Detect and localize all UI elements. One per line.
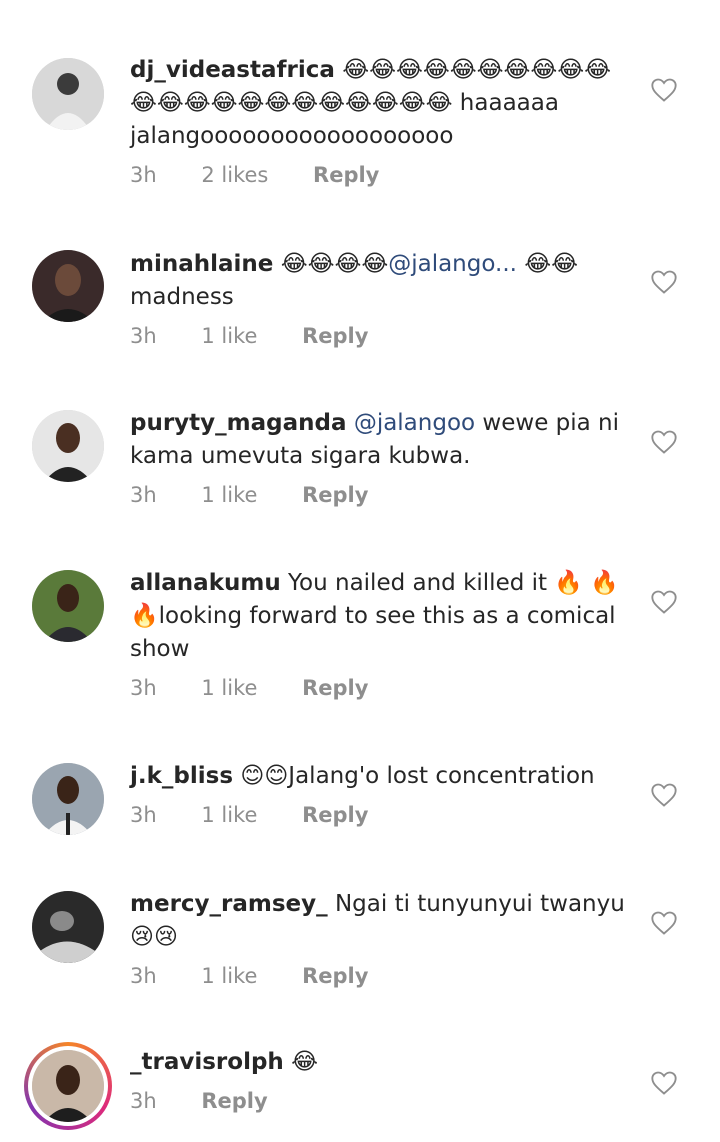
comment-body: allanakumu You nailed and killed it 🔥 🔥 … xyxy=(130,567,630,700)
comment-text: 😂😂😂😂 xyxy=(280,251,389,277)
reply-button[interactable]: Reply xyxy=(302,964,368,988)
comment-body: minahlaine 😂😂😂😂@jalango... 😂😂 madness 3h… xyxy=(130,248,630,348)
avatar-image xyxy=(32,58,104,130)
avatar[interactable] xyxy=(32,891,104,963)
comment-time: 3h xyxy=(130,324,157,348)
avatar[interactable] xyxy=(32,410,104,482)
comment-text-block: minahlaine 😂😂😂😂@jalango... 😂😂 madness xyxy=(130,248,630,314)
comment-text-block: puryty_maganda @jalangoo wewe pia ni kam… xyxy=(130,407,630,473)
comment-body: puryty_maganda @jalangoo wewe pia ni kam… xyxy=(130,407,630,507)
avatar[interactable] xyxy=(32,570,104,642)
comment-likes[interactable]: 2 likes xyxy=(201,163,268,187)
comment-meta: 3h 1 like Reply xyxy=(130,324,630,348)
heart-outline-icon[interactable] xyxy=(650,588,678,616)
comment-body: dj_videastafrica 😂😂😂😂😂😂😂😂😂😂😂😂😂😂😂😂😂😂😂😂😂😂 … xyxy=(130,54,630,187)
reply-button[interactable]: Reply xyxy=(201,1089,267,1113)
comment-username[interactable]: puryty_maganda xyxy=(130,410,347,436)
comment-username[interactable]: mercy_ramsey_ xyxy=(130,891,328,917)
comment-text-block: j.k_bliss 😊😊Jalang'o lost concentration xyxy=(130,760,630,793)
avatar[interactable] xyxy=(32,763,104,835)
comment-body: mercy_ramsey_ Ngai ti tunyunyui twanyu 😢… xyxy=(130,888,630,988)
comment-username[interactable]: minahlaine xyxy=(130,251,273,277)
comment-likes[interactable]: 1 like xyxy=(201,803,257,827)
reply-button[interactable]: Reply xyxy=(302,483,368,507)
avatar-image xyxy=(32,891,104,963)
avatar-image xyxy=(32,250,104,322)
comment-username[interactable]: j.k_bliss xyxy=(130,763,233,789)
comment-likes[interactable]: 1 like xyxy=(201,676,257,700)
avatar-image xyxy=(32,410,104,482)
comment-meta: 3h 1 like Reply xyxy=(130,803,630,827)
comment-time: 3h xyxy=(130,483,157,507)
reply-button[interactable]: Reply xyxy=(302,803,368,827)
comment-meta: 3h Reply xyxy=(130,1089,630,1113)
comment-likes[interactable]: 1 like xyxy=(201,483,257,507)
comment-body: _travisrolph 😂 3h Reply xyxy=(130,1046,630,1113)
avatar-image xyxy=(32,763,104,835)
heart-outline-icon[interactable] xyxy=(650,428,678,456)
comment-meta: 3h 1 like Reply xyxy=(130,483,630,507)
comment-text-block: _travisrolph 😂 xyxy=(130,1046,630,1079)
heart-outline-icon[interactable] xyxy=(650,781,678,809)
comment-meta: 3h 1 like Reply xyxy=(130,964,630,988)
comment-list: dj_videastafrica 😂😂😂😂😂😂😂😂😂😂😂😂😂😂😂😂😂😂😂😂😂😂 … xyxy=(0,0,720,1142)
comment-username[interactable]: _travisrolph xyxy=(130,1049,284,1075)
reply-button[interactable]: Reply xyxy=(313,163,379,187)
comment-text-block: mercy_ramsey_ Ngai ti tunyunyui twanyu 😢… xyxy=(130,888,630,954)
heart-outline-icon[interactable] xyxy=(650,1069,678,1097)
comment-username[interactable]: allanakumu xyxy=(130,570,281,596)
comment-body: j.k_bliss 😊😊Jalang'o lost concentration … xyxy=(130,760,630,827)
story-ring[interactable] xyxy=(24,1042,112,1130)
comment-mention[interactable]: @jalango... xyxy=(388,251,517,277)
avatar-image xyxy=(32,1050,104,1122)
comment-meta: 3h 2 likes Reply xyxy=(130,163,630,187)
comment-time: 3h xyxy=(130,964,157,988)
avatar[interactable] xyxy=(32,250,104,322)
comment-text-block: allanakumu You nailed and killed it 🔥 🔥 … xyxy=(130,567,630,666)
avatar-image xyxy=(32,570,104,642)
comment-time: 3h xyxy=(130,1089,157,1113)
comment-likes[interactable]: 1 like xyxy=(201,324,257,348)
avatar[interactable] xyxy=(32,58,104,130)
heart-outline-icon[interactable] xyxy=(650,76,678,104)
comment-text: 😊😊Jalang'o lost concentration xyxy=(240,763,595,789)
comment-text-block: dj_videastafrica 😂😂😂😂😂😂😂😂😂😂😂😂😂😂😂😂😂😂😂😂😂😂 … xyxy=(130,54,630,153)
comment-text: 😂 xyxy=(291,1049,318,1075)
reply-button[interactable]: Reply xyxy=(302,676,368,700)
comment-meta: 3h 1 like Reply xyxy=(130,676,630,700)
avatar[interactable] xyxy=(32,1050,104,1122)
comment-time: 3h xyxy=(130,676,157,700)
comment-mention[interactable]: @jalangoo xyxy=(354,410,475,436)
comment-likes[interactable]: 1 like xyxy=(201,964,257,988)
comment-time: 3h xyxy=(130,803,157,827)
comment-username[interactable]: dj_videastafrica xyxy=(130,57,335,83)
reply-button[interactable]: Reply xyxy=(302,324,368,348)
comment-time: 3h xyxy=(130,163,157,187)
heart-outline-icon[interactable] xyxy=(650,909,678,937)
heart-outline-icon[interactable] xyxy=(650,268,678,296)
